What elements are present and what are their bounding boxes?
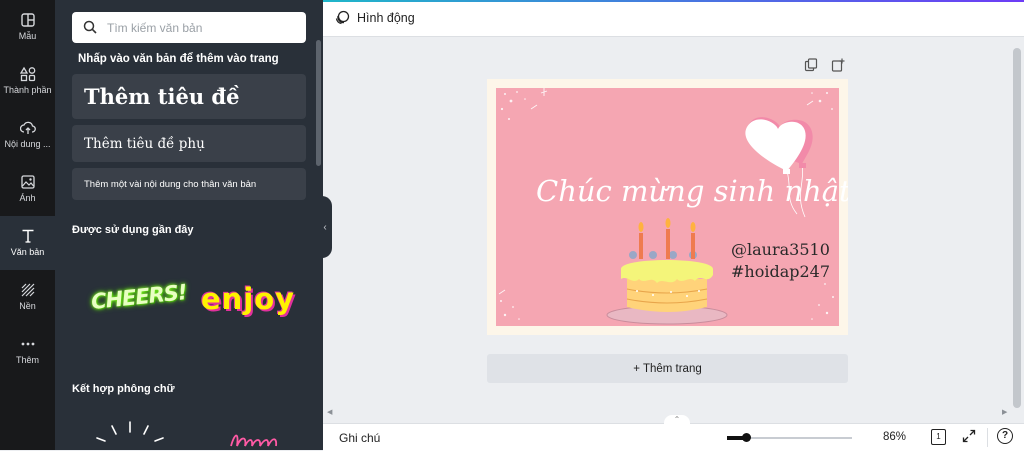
rail-item-elements[interactable]: Thành phần <box>0 54 55 108</box>
search-icon <box>83 20 97 34</box>
design-page[interactable]: Chúc mừng sinh nhật @laura3510 #hoidap24… <box>487 79 848 335</box>
footer-divider <box>987 428 988 447</box>
rail-item-templates[interactable]: Mẫu <box>0 0 55 54</box>
rail-item-background[interactable]: Nền <box>0 270 55 324</box>
add-page-icon[interactable] <box>831 58 845 72</box>
chevron-left-icon: ‹ <box>323 221 327 233</box>
fullscreen-icon[interactable] <box>962 429 976 443</box>
upload-icon <box>19 121 36 134</box>
birthday-card-artwork: Chúc mừng sinh nhật @laura3510 #hoidap24… <box>496 88 848 326</box>
enjoy-sticker[interactable]: enjoy <box>201 282 295 316</box>
add-subheading-button[interactable]: Thêm tiêu đề phụ <box>72 125 306 162</box>
zoom-slider-thumb[interactable] <box>741 433 751 442</box>
top-accent-line <box>323 0 1024 2</box>
more-icon <box>21 342 34 346</box>
rail-item-more[interactable]: Thêm <box>0 324 55 378</box>
rail-label: Nội dung ... <box>4 139 51 149</box>
page-count-button[interactable]: 1 <box>931 429 946 445</box>
search-input[interactable] <box>105 18 299 38</box>
elements-icon <box>19 66 35 82</box>
hashtag-text[interactable]: #hoidap247 <box>731 262 830 281</box>
greeting-text[interactable]: Chúc mừng sinh nhật <box>536 174 848 208</box>
font-combo-preview-1[interactable] <box>85 412 175 450</box>
rail-label: Mẫu <box>18 31 37 41</box>
photo-icon <box>20 175 35 189</box>
rail-label: Văn bản <box>10 247 45 257</box>
rail-label: Thêm <box>15 355 39 365</box>
scroll-right-icon[interactable]: ▶ <box>1002 408 1007 416</box>
rail-label: Nền <box>19 301 36 311</box>
scroll-left-icon[interactable]: ◀ <box>327 408 332 416</box>
rail-item-text[interactable]: Văn bản <box>0 216 55 270</box>
background-icon <box>21 283 34 297</box>
expand-notes-handle[interactable]: ⌃ <box>664 415 690 424</box>
add-page-button[interactable]: + Thêm trang <box>487 354 848 383</box>
animate-label: Hình động <box>357 10 415 25</box>
cheers-sticker[interactable]: CHEERS! <box>90 280 188 314</box>
rail-label: Ảnh <box>19 193 36 203</box>
zoom-level[interactable]: 86% <box>883 431 906 443</box>
add-heading-button[interactable]: Thêm tiêu đề <box>72 74 306 119</box>
help-button[interactable]: ? <box>997 428 1013 444</box>
text-panel: Nhấp vào văn bản để thêm vào trang Thêm … <box>55 0 323 450</box>
text-icon <box>22 229 33 243</box>
collapse-panel-button[interactable]: ‹ <box>318 196 332 258</box>
recently-used-title: Được sử dụng gần đây <box>72 224 194 236</box>
username-text[interactable]: @laura3510 <box>731 240 830 259</box>
font-combo-preview-2[interactable] <box>225 428 295 450</box>
canvas-scrollbar[interactable] <box>1013 48 1021 408</box>
left-rail: Mẫu Thành phần Nội dung ... Ảnh Văn bản … <box>0 0 55 450</box>
rail-item-uploads[interactable]: Nội dung ... <box>0 108 55 162</box>
font-combinations-title: Kết hợp phông chữ <box>72 383 175 395</box>
notes-button[interactable]: Ghi chú <box>339 431 380 445</box>
editor-footer: ⌃ Ghi chú 86% 1 ? <box>323 415 1024 451</box>
panel-scrollbar[interactable] <box>316 40 321 166</box>
search-box[interactable] <box>72 12 306 43</box>
editor-toolbar: Hình động <box>323 0 1024 37</box>
panel-instruction: Nhấp vào văn bản để thêm vào trang <box>78 53 279 65</box>
add-body-text-button[interactable]: Thêm một vài nội dung cho thân văn bản <box>72 168 306 200</box>
animate-button[interactable]: Hình động <box>335 10 415 25</box>
rail-label: Thành phần <box>3 85 52 95</box>
duplicate-page-icon[interactable] <box>804 58 818 72</box>
rail-item-photos[interactable]: Ảnh <box>0 162 55 216</box>
template-icon <box>20 13 35 27</box>
animate-icon <box>335 10 350 25</box>
